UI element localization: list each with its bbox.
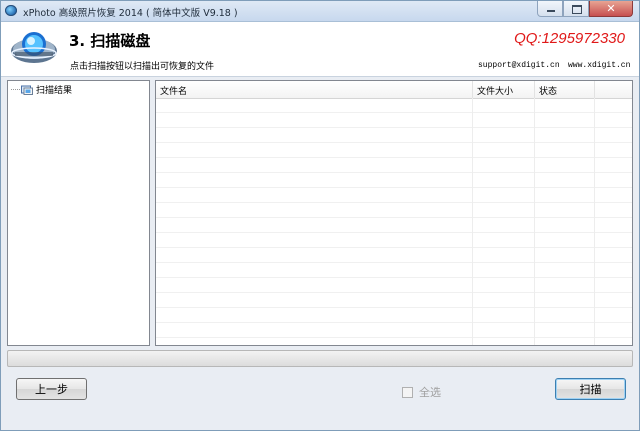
- file-list-body[interactable]: [156, 98, 632, 345]
- support-email-link[interactable]: support@xdigit.cn: [478, 61, 560, 70]
- step-title: 3. 扫描磁盘: [69, 32, 151, 50]
- column-header-filename[interactable]: 文件名: [156, 81, 473, 98]
- xphoto-app-icon: [5, 5, 17, 16]
- minimize-button[interactable]: [537, 1, 563, 17]
- wizard-header: 3. 扫描磁盘 点击扫描按钮以扫描出可恢复的文件 QQ:1295972330 s…: [1, 22, 639, 77]
- title-bar[interactable]: xPhoto 高级照片恢复 2014 ( 简体中文版 V9.18 ) ✕: [1, 1, 639, 22]
- maximize-icon: [572, 5, 582, 14]
- maximize-button[interactable]: [563, 1, 589, 17]
- close-button[interactable]: ✕: [589, 1, 633, 17]
- select-all-checkbox[interactable]: 全选: [402, 384, 441, 400]
- close-icon: ✕: [606, 2, 616, 15]
- column-header-filler: [595, 81, 632, 98]
- scan-progress-bar: [7, 350, 633, 367]
- qq-contact: QQ:1295972330: [514, 30, 625, 47]
- tree-item-label: 扫描结果: [36, 86, 73, 96]
- previous-step-button[interactable]: 上一步: [16, 378, 87, 400]
- window-controls: ✕: [537, 1, 633, 19]
- website-link[interactable]: www.xdigit.cn: [568, 61, 630, 70]
- step-description: 点击扫描按钮以扫描出可恢复的文件: [70, 62, 215, 72]
- minimize-icon: [547, 10, 555, 12]
- scan-button[interactable]: 扫描: [555, 378, 626, 400]
- xphoto-logo-icon: [11, 32, 57, 63]
- window-title: xPhoto 高级照片恢复 2014 ( 简体中文版 V9.18 ): [23, 8, 238, 19]
- tree-connector: [11, 89, 20, 90]
- scan-results-icon: [21, 85, 33, 95]
- tree-item-scan-results[interactable]: 扫描结果: [21, 83, 72, 96]
- column-header-status[interactable]: 状态: [535, 81, 595, 98]
- scan-results-tree[interactable]: 扫描结果: [7, 80, 150, 346]
- column-header-filesize[interactable]: 文件大小: [473, 81, 535, 98]
- select-all-box[interactable]: [402, 386, 413, 398]
- app-window: xPhoto 高级照片恢复 2014 ( 简体中文版 V9.18 ) ✕ 3. …: [0, 0, 640, 431]
- file-list[interactable]: 文件名 文件大小 状态: [155, 80, 633, 346]
- select-all-label: 全选: [419, 386, 441, 399]
- file-list-header: 文件名 文件大小 状态: [156, 81, 632, 99]
